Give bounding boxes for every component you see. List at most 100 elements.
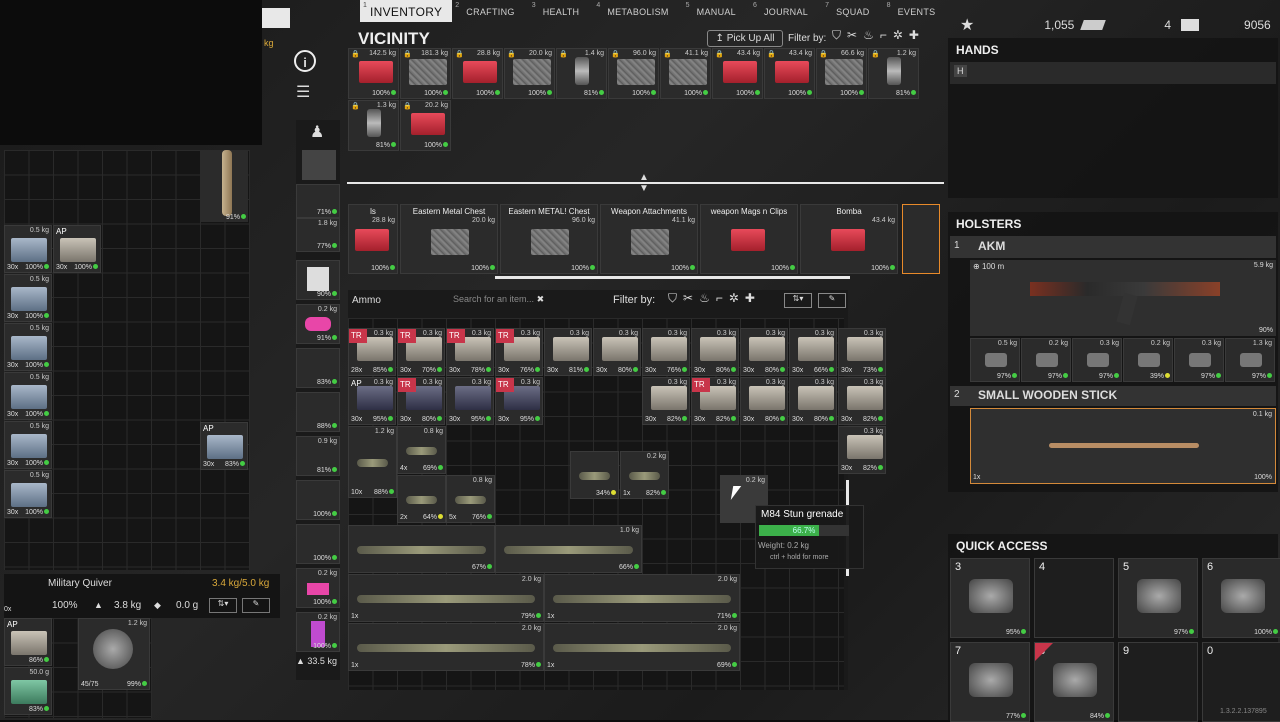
tool-button[interactable]: ✎ bbox=[242, 598, 270, 613]
vicinity-item[interactable]: 142.5 kg 100% 🔒 bbox=[348, 48, 399, 99]
vicinity-item[interactable]: 1.2 kg 81% 🔒 bbox=[868, 48, 919, 99]
tools-filter-icon[interactable]: ✂ bbox=[683, 291, 693, 305]
clothing-filter-icon[interactable]: ⛉ bbox=[668, 291, 677, 306]
misc-filter-icon[interactable]: ✲ bbox=[729, 291, 739, 305]
tab-health[interactable]: 3 HEALTH bbox=[529, 0, 594, 22]
info-icon[interactable]: i bbox=[294, 50, 316, 72]
ammo-box[interactable]: TR 0.3 kg 30x 70% bbox=[397, 328, 445, 376]
vicinity-item[interactable]: 20.0 kg 100% 🔒 bbox=[504, 48, 555, 99]
ammo-box[interactable]: 0.3 kg 30x 81% bbox=[544, 328, 592, 376]
weapon-slot-akm[interactable]: ⊕ 100 m 5.9 kg 90% bbox=[970, 260, 1276, 336]
selected-container[interactable] bbox=[902, 204, 940, 274]
container-item[interactable]: weapon Mags n Clips 100% bbox=[700, 204, 798, 274]
ammo-box[interactable]: 0.5 kg 30x 100% bbox=[4, 372, 52, 420]
ammo-box[interactable]: TR 0.3 kg 30x 95% bbox=[495, 377, 543, 425]
ammo-box[interactable]: AP 0.3 kg 30x 95% bbox=[348, 377, 396, 425]
vicinity-item[interactable]: 66.6 kg 100% 🔒 bbox=[816, 48, 867, 99]
attachment-slot[interactable]: 0.3 kg 97% bbox=[1174, 338, 1224, 382]
ammo-box[interactable]: 0.5 kg 30x 100% bbox=[4, 274, 52, 322]
pick-up-all-button[interactable]: ↥ Pick Up All bbox=[707, 30, 783, 47]
quick-slot-8[interactable]: 8 84% bbox=[1034, 642, 1114, 722]
ammo-box[interactable]: 0.3 kg 30x 82% bbox=[838, 377, 886, 425]
tools-filter-icon[interactable]: ✂ bbox=[847, 28, 857, 42]
tab-inventory[interactable]: 1 INVENTORY bbox=[360, 0, 453, 22]
ammo-box[interactable]: AP 30x 100% bbox=[53, 225, 101, 273]
equip-holster[interactable]: 88% bbox=[296, 392, 340, 432]
tab-journal[interactable]: 6 JOURNAL bbox=[750, 0, 822, 22]
equip-vest[interactable]: 1.8 kg 77% bbox=[296, 218, 340, 252]
tab-squad[interactable]: 7 SQUAD bbox=[822, 0, 884, 22]
equip-bra[interactable]: 0.2 kg 91% bbox=[296, 304, 340, 344]
ammo-box[interactable]: TR 0.3 kg 28x 85% bbox=[348, 328, 396, 376]
vicinity-item[interactable]: 1.3 kg 81% 🔒 bbox=[348, 100, 399, 151]
ammo-can[interactable]: 1.2 kg 10x 88% bbox=[348, 426, 397, 498]
container-scrollbar[interactable] bbox=[495, 276, 850, 279]
ammo-box[interactable]: 50.0 g 83% bbox=[4, 667, 52, 715]
ammo-box[interactable]: 0.3 kg 30x 82% bbox=[642, 377, 690, 425]
weapon-slot-stick[interactable]: 0.1 kg 1x 100% bbox=[970, 408, 1276, 484]
ammo-box[interactable]: TR 0.3 kg 30x 78% bbox=[446, 328, 494, 376]
rpg-rocket[interactable]: 2.0 kg 1x 79% bbox=[348, 574, 544, 622]
ammo-box[interactable]: 0.3 kg 30x 80% bbox=[593, 328, 641, 376]
equip-gloves[interactable]: 83% bbox=[296, 348, 340, 388]
quick-slot-3[interactable]: 3 95% bbox=[950, 558, 1030, 638]
ammo-box[interactable]: 0.5 kg 30x 100% bbox=[4, 323, 52, 371]
smoke-grenade[interactable]: 0.2 kg 1x 82% bbox=[620, 451, 669, 499]
ammo-box[interactable]: 0.3 kg 30x 80% bbox=[789, 377, 837, 425]
vicinity-item[interactable]: 28.8 kg 100% 🔒 bbox=[452, 48, 503, 99]
sort-dropdown[interactable]: ⇅▾ bbox=[784, 293, 812, 308]
attachment-slot[interactable]: 0.2 kg 97% bbox=[1021, 338, 1071, 382]
drum-magazine[interactable]: 1.2 kg 45/75 99% bbox=[78, 618, 150, 690]
ammo-box[interactable]: 0.3 kg 30x 80% bbox=[691, 328, 739, 376]
clear-search-icon[interactable]: ✖ bbox=[537, 294, 545, 304]
ammo-box[interactable]: 0.5 kg 30x 100% bbox=[4, 225, 52, 273]
equip-shirt[interactable]: 90% bbox=[296, 260, 340, 300]
ammo-box[interactable]: TR 0.3 kg 30x 82% bbox=[691, 377, 739, 425]
rpg-rocket[interactable]: 2.0 kg 1x 78% bbox=[348, 623, 544, 671]
equip-pouch[interactable]: 0.9 kg 81% bbox=[296, 436, 340, 476]
container-item[interactable]: Eastern Metal Chest 20.0 kg 100% bbox=[400, 204, 498, 274]
hands-slot[interactable]: H bbox=[950, 62, 1276, 84]
flare-box[interactable]: 0.8 kg 4x 69% bbox=[397, 426, 446, 474]
tab-manual[interactable]: 5 MANUAL bbox=[683, 0, 750, 22]
fire-filter-icon[interactable]: ♨ bbox=[863, 28, 874, 42]
quick-slot-9[interactable]: 9 bbox=[1118, 642, 1198, 722]
attachment-slot[interactable]: 0.2 kg 39% bbox=[1123, 338, 1173, 382]
attachment-slot[interactable]: 0.3 kg 97% bbox=[1072, 338, 1122, 382]
ammo-box[interactable]: 0.3 kg 30x 66% bbox=[789, 328, 837, 376]
rocket-launcher[interactable]: 1.0 kg 66% bbox=[495, 525, 642, 573]
tab-events[interactable]: 8 EVENTS bbox=[884, 0, 950, 22]
vicinity-item[interactable]: 96.0 kg 100% 🔒 bbox=[608, 48, 659, 99]
fire-filter-icon[interactable]: ♨ bbox=[699, 291, 710, 305]
vicinity-item[interactable]: 181.3 kg 100% 🔒 bbox=[400, 48, 451, 99]
ammo-box[interactable]: 0.3 kg 30x 76% bbox=[642, 328, 690, 376]
rifle-rounds[interactable]: 2x 64% bbox=[397, 475, 446, 523]
grenade[interactable]: 34% bbox=[570, 451, 619, 499]
tool-button[interactable]: ✎ bbox=[818, 293, 846, 308]
ammo-box[interactable]: 0.3 kg 30x 80% bbox=[740, 377, 788, 425]
ammo-box[interactable]: AP 86% bbox=[4, 618, 52, 666]
vicinity-item[interactable]: 1.4 kg 81% 🔒 bbox=[556, 48, 607, 99]
tab-crafting[interactable]: 2 CRAFTING bbox=[452, 0, 528, 22]
rocket-launcher[interactable]: 67% bbox=[348, 525, 495, 573]
quick-slot-7[interactable]: 7 77% bbox=[950, 642, 1030, 722]
container-item[interactable]: Eastern METAL! Chest 96.0 kg 100% bbox=[500, 204, 598, 274]
attachment-slot[interactable]: 1.3 kg 97% bbox=[1225, 338, 1275, 382]
equip-underwear[interactable]: 0.2 kg 100% bbox=[296, 568, 340, 608]
ammo-box-ap[interactable]: AP 30x 83% bbox=[200, 422, 248, 470]
medical-filter-icon[interactable]: ✚ bbox=[909, 28, 919, 42]
medical-filter-icon[interactable]: ✚ bbox=[745, 291, 755, 305]
search-input[interactable]: Search for an item... ✖ bbox=[453, 294, 551, 306]
weapon-filter-icon[interactable]: ⌐ bbox=[880, 28, 887, 42]
equip-head[interactable]: 71% bbox=[296, 184, 340, 218]
divider-arrow-icon[interactable]: ▲ ▼ bbox=[639, 172, 649, 194]
clothing-filter-icon[interactable]: ⛉ bbox=[832, 28, 841, 43]
rpg-rocket[interactable]: 2.0 kg 1x 69% bbox=[544, 623, 740, 671]
container-item[interactable]: Weapon Attachments 41.1 kg 100% bbox=[600, 204, 698, 274]
ammo-box[interactable]: 0.3 kg 30x 80% bbox=[740, 328, 788, 376]
ammo-box[interactable]: TR 0.3 kg 30x 80% bbox=[397, 377, 445, 425]
vicinity-item[interactable]: 41.1 kg 100% 🔒 bbox=[660, 48, 711, 99]
equip-shoes[interactable]: 0.2 kg 100% bbox=[296, 612, 340, 652]
ammo-box[interactable]: TR 0.3 kg 30x 76% bbox=[495, 328, 543, 376]
ammo-box[interactable]: 0.5 kg 30x 100% bbox=[4, 421, 52, 469]
